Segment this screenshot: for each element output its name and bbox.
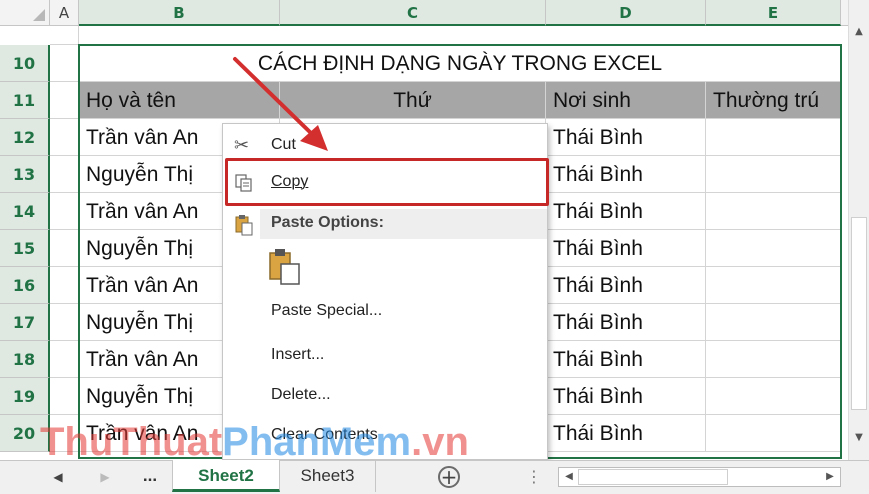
- cell-d12[interactable]: Thái Bình: [546, 119, 706, 156]
- cell-d13[interactable]: Thái Bình: [546, 156, 706, 193]
- cell-d15[interactable]: Thái Bình: [546, 230, 706, 267]
- cell-a10[interactable]: [50, 45, 79, 82]
- column-header-a[interactable]: A: [50, 0, 79, 26]
- cell-e13[interactable]: [706, 156, 841, 193]
- cell-a9[interactable]: [50, 26, 79, 45]
- row-header-12[interactable]: 12: [0, 119, 50, 156]
- row-header-13[interactable]: 13: [0, 156, 50, 193]
- cell-e17[interactable]: [706, 304, 841, 341]
- row-header-10[interactable]: 10: [0, 45, 50, 82]
- menu-item-insert[interactable]: Insert...: [223, 336, 547, 373]
- paste-options-header: Paste Options:: [223, 204, 547, 241]
- row-header-11[interactable]: 11: [0, 82, 50, 119]
- select-all-corner[interactable]: [0, 0, 50, 26]
- row-header-16[interactable]: 16: [0, 267, 50, 304]
- cell-header-thuong-tru[interactable]: Thường trú: [706, 82, 841, 119]
- clipboard-icon: [234, 214, 256, 236]
- horizontal-scroll-thumb[interactable]: [578, 469, 728, 485]
- cell-e20[interactable]: [706, 415, 841, 452]
- column-header-d[interactable]: D: [546, 0, 706, 26]
- cell-d17[interactable]: Thái Bình: [546, 304, 706, 341]
- watermark-part3: .vn: [411, 420, 469, 464]
- cell-e19[interactable]: [706, 378, 841, 415]
- scroll-up-icon[interactable]: ▲: [849, 22, 869, 42]
- copy-highlight-box: [225, 158, 549, 206]
- column-header-c[interactable]: C: [280, 0, 546, 26]
- row-header-15[interactable]: 15: [0, 230, 50, 267]
- cell-d19[interactable]: Thái Bình: [546, 378, 706, 415]
- watermark-part2: PhanMem: [222, 420, 412, 464]
- menu-item-delete-label: Delete...: [271, 386, 331, 403]
- cell-a17[interactable]: [50, 304, 79, 341]
- cell-a13[interactable]: [50, 156, 79, 193]
- cell-a16[interactable]: [50, 267, 79, 304]
- menu-item-paste-special[interactable]: Paste Special...: [223, 292, 547, 329]
- sheet-title-cell[interactable]: CÁCH ĐỊNH DẠNG NGÀY TRONG EXCEL: [79, 45, 841, 82]
- scroll-left-icon[interactable]: ◀: [561, 467, 577, 487]
- row-header-14[interactable]: 14: [0, 193, 50, 230]
- cell-e16[interactable]: [706, 267, 841, 304]
- paste-options-label: Paste Options:: [271, 214, 384, 231]
- scroll-right-icon[interactable]: ▶: [822, 467, 838, 487]
- paste-clipboard-icon: [268, 249, 302, 290]
- cell-d16[interactable]: Thái Bình: [546, 267, 706, 304]
- row-header-17[interactable]: 17: [0, 304, 50, 341]
- cell-a18[interactable]: [50, 341, 79, 378]
- cell-a12[interactable]: [50, 119, 79, 156]
- cell-a11[interactable]: [50, 82, 79, 119]
- paste-button[interactable]: [268, 248, 302, 286]
- cell-header-noi-sinh[interactable]: Nơi sinh: [546, 82, 706, 119]
- cell-e15[interactable]: [706, 230, 841, 267]
- cell-d18[interactable]: Thái Bình: [546, 341, 706, 378]
- scroll-down-icon[interactable]: ▼: [849, 428, 869, 448]
- row-header-19[interactable]: 19: [0, 378, 50, 415]
- tab-splitter-icon[interactable]: ⋮: [526, 460, 542, 494]
- menu-item-paste-special-label: Paste Special...: [271, 302, 383, 319]
- watermark-part1: ThuThuat: [40, 420, 223, 464]
- cell-e14[interactable]: [706, 193, 841, 230]
- watermark-logo: ThuThuatPhanMem.vn: [40, 418, 469, 466]
- row-9-cells[interactable]: [79, 26, 841, 45]
- row-header-18[interactable]: 18: [0, 341, 50, 378]
- grid-edge: [841, 26, 848, 460]
- vertical-scroll-thumb[interactable]: [851, 217, 867, 410]
- menu-item-delete[interactable]: Delete...: [223, 376, 547, 413]
- cell-a14[interactable]: [50, 193, 79, 230]
- column-header-e[interactable]: E: [706, 0, 841, 26]
- column-header-spacer: [841, 0, 848, 26]
- column-header-b[interactable]: B: [79, 0, 280, 26]
- cell-e12[interactable]: [706, 119, 841, 156]
- cell-a19[interactable]: [50, 378, 79, 415]
- add-sheet-button[interactable]: +: [438, 466, 460, 488]
- cell-d14[interactable]: Thái Bình: [546, 193, 706, 230]
- cell-d20[interactable]: Thái Bình: [546, 415, 706, 452]
- menu-item-insert-label: Insert...: [271, 346, 325, 363]
- cell-a15[interactable]: [50, 230, 79, 267]
- cell-e18[interactable]: [706, 341, 841, 378]
- red-arrow-annotation: [233, 57, 328, 151]
